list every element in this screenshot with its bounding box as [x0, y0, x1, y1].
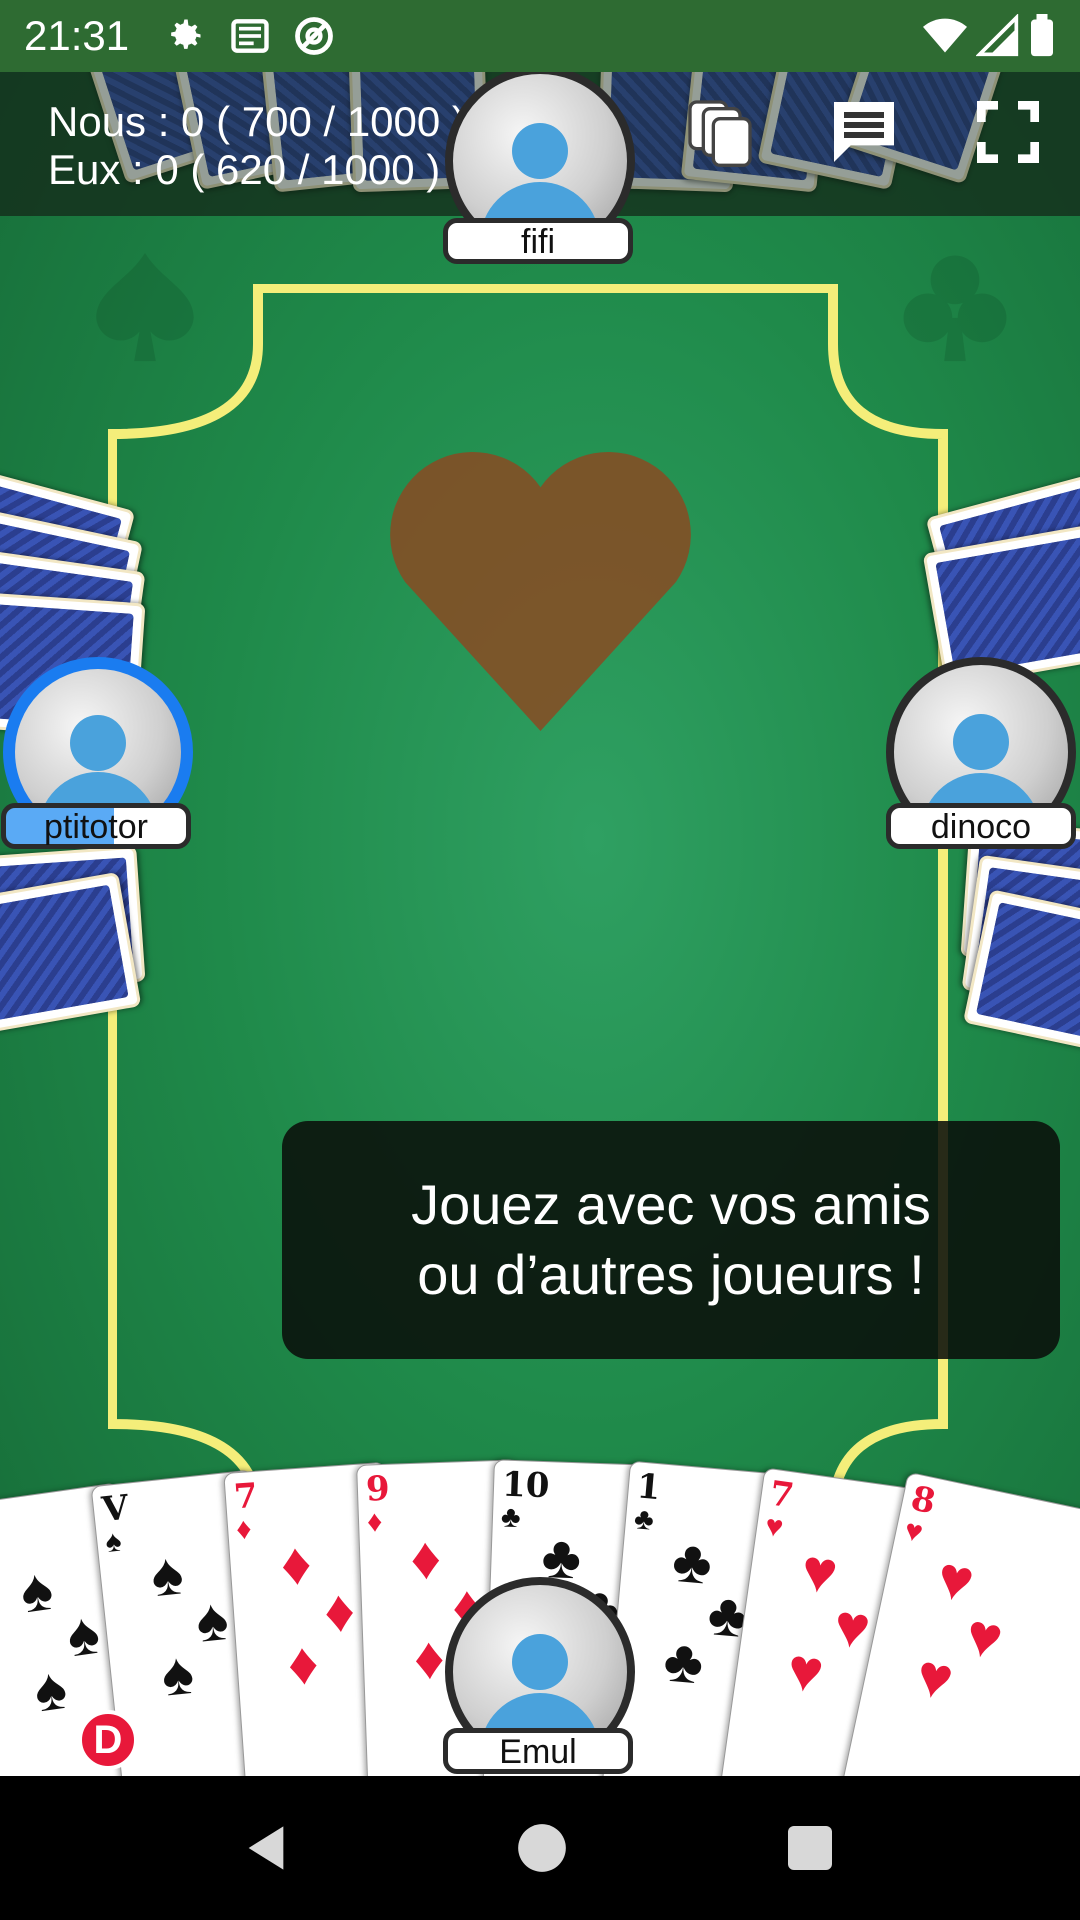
card-pip: ♦: [278, 1529, 314, 1599]
player-name-top: fifi: [443, 218, 633, 264]
card-pip: ♠: [147, 1539, 187, 1610]
at-sign-icon: [295, 17, 333, 55]
signal-icon: [976, 14, 1019, 57]
card-suit: ♦: [235, 1512, 253, 1547]
card-pip: ♠: [192, 1584, 232, 1655]
card-pip: ♥: [797, 1535, 842, 1608]
gear-icon: [171, 19, 201, 49]
cards-icon[interactable]: [680, 92, 760, 172]
card-pip: ♥: [783, 1634, 828, 1707]
back-icon[interactable]: [240, 1822, 292, 1874]
card-pip: ♠: [158, 1638, 197, 1709]
card-suit: ♣: [632, 1502, 656, 1537]
status-time: 21:31: [24, 12, 130, 59]
fullscreen-icon[interactable]: [968, 92, 1048, 172]
player-name-bottom: Emul: [443, 1728, 633, 1774]
card-pip: ♦: [321, 1576, 358, 1646]
card-pip: ♣: [661, 1626, 707, 1697]
card-pip: ♣: [669, 1526, 715, 1597]
navigation-bar: [0, 1776, 1080, 1920]
recents-icon[interactable]: [786, 1824, 834, 1872]
card-pip: ♥: [829, 1590, 875, 1663]
message-line-1: Jouez avec vos amis: [411, 1173, 931, 1236]
card-pip: ♦: [409, 1524, 443, 1593]
news-icon: [231, 19, 269, 53]
card-pip: ♠: [16, 1554, 58, 1626]
card-suit: ♥: [901, 1513, 926, 1550]
message-toast: Jouez avec vos amis ou d’autres joueurs …: [282, 1121, 1060, 1359]
card-rank: 7: [232, 1475, 260, 1518]
card-suit: ♥: [763, 1509, 786, 1545]
card-pip: ♦: [412, 1623, 446, 1693]
score-eux: Eux : 0 ( 620 / 1000 ): [48, 146, 441, 193]
game-table: Nous : 0 ( 700 / 1000 ) Eux : 0 ( 620 / …: [0, 72, 1080, 1776]
trump-heart-icon: [390, 451, 691, 731]
card-pip: ♠: [62, 1598, 104, 1670]
card-suit: ♠: [103, 1524, 124, 1560]
wifi-icon: [923, 18, 967, 53]
card-rank: V: [100, 1487, 131, 1531]
card-pip: ♥: [910, 1640, 960, 1714]
message-line-2: ou d’autres joueurs !: [417, 1243, 925, 1306]
home-icon[interactable]: [516, 1822, 568, 1874]
card-suit: ♣: [500, 1500, 522, 1535]
card-pip: ♦: [285, 1628, 321, 1698]
player-name-right: dinoco: [886, 803, 1076, 849]
chat-icon[interactable]: [824, 92, 904, 172]
score-nous: Nous : 0 ( 700 / 1000 ): [48, 98, 466, 145]
dealer-badge: D: [78, 1710, 138, 1770]
battery-icon: [1031, 14, 1053, 57]
card-suit: ♦: [366, 1505, 383, 1539]
status-bar: 21:31: [0, 0, 1080, 72]
card-rank: 9: [365, 1468, 391, 1510]
card-pip: ♠: [30, 1653, 71, 1725]
player-name-left: ptitotor: [1, 803, 191, 849]
